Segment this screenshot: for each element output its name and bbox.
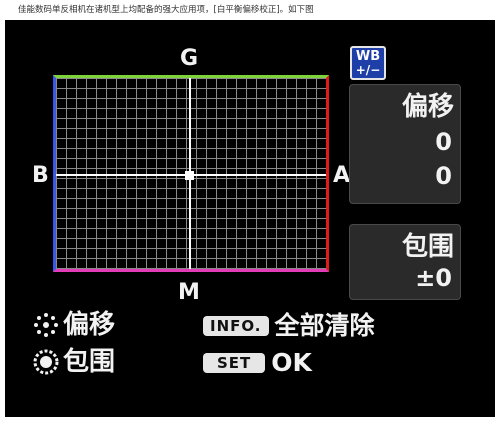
clear-all-label: 全部清除 bbox=[274, 311, 375, 340]
wb-shift-icon: WB +/− bbox=[350, 46, 386, 80]
info-clear-all[interactable]: INFO. 全部清除 bbox=[203, 312, 375, 340]
legend-shift-label: 偏移 bbox=[63, 310, 116, 340]
legend-bracket-label: 包围 bbox=[63, 347, 116, 377]
shift-panel-title: 偏移 bbox=[401, 92, 454, 122]
multi-controller-icon bbox=[34, 313, 58, 337]
shift-panel: 偏移 0 0 bbox=[349, 84, 461, 204]
bracket-panel-title: 包围 bbox=[401, 232, 454, 262]
legend-bracket: 包围 bbox=[33, 347, 115, 377]
shift-value-2: 0 bbox=[435, 162, 452, 190]
set-ok[interactable]: SET OK bbox=[203, 349, 312, 377]
axis-label-green: G bbox=[180, 46, 199, 71]
quick-control-dial-icon bbox=[33, 349, 59, 375]
axis-label-blue: B bbox=[32, 163, 49, 188]
caption-text: 佳能数码单反相机在诸机型上均配备的强大应用项，[白平衡偏移校正]。如下图 bbox=[18, 5, 314, 15]
grid-cursor[interactable] bbox=[185, 171, 194, 180]
info-key[interactable]: INFO. bbox=[203, 316, 269, 336]
shift-value-1: 0 bbox=[435, 128, 452, 156]
wb-badge-line1: WB bbox=[355, 49, 381, 64]
wb-shift-grid[interactable] bbox=[53, 75, 329, 272]
camera-screen: G M B A WB +/− 偏移 0 0 包围 ±0 偏移 包围 INFO. … bbox=[5, 20, 495, 417]
ok-label: OK bbox=[271, 348, 312, 377]
bracket-value: ±0 bbox=[415, 264, 452, 292]
bracket-panel: 包围 ±0 bbox=[349, 224, 461, 300]
axis-label-magenta: M bbox=[178, 280, 200, 305]
wb-badge-line2: +/− bbox=[355, 63, 381, 77]
legend-shift: 偏移 bbox=[33, 310, 115, 340]
set-key[interactable]: SET bbox=[203, 353, 266, 373]
axis-label-amber: A bbox=[333, 163, 351, 188]
